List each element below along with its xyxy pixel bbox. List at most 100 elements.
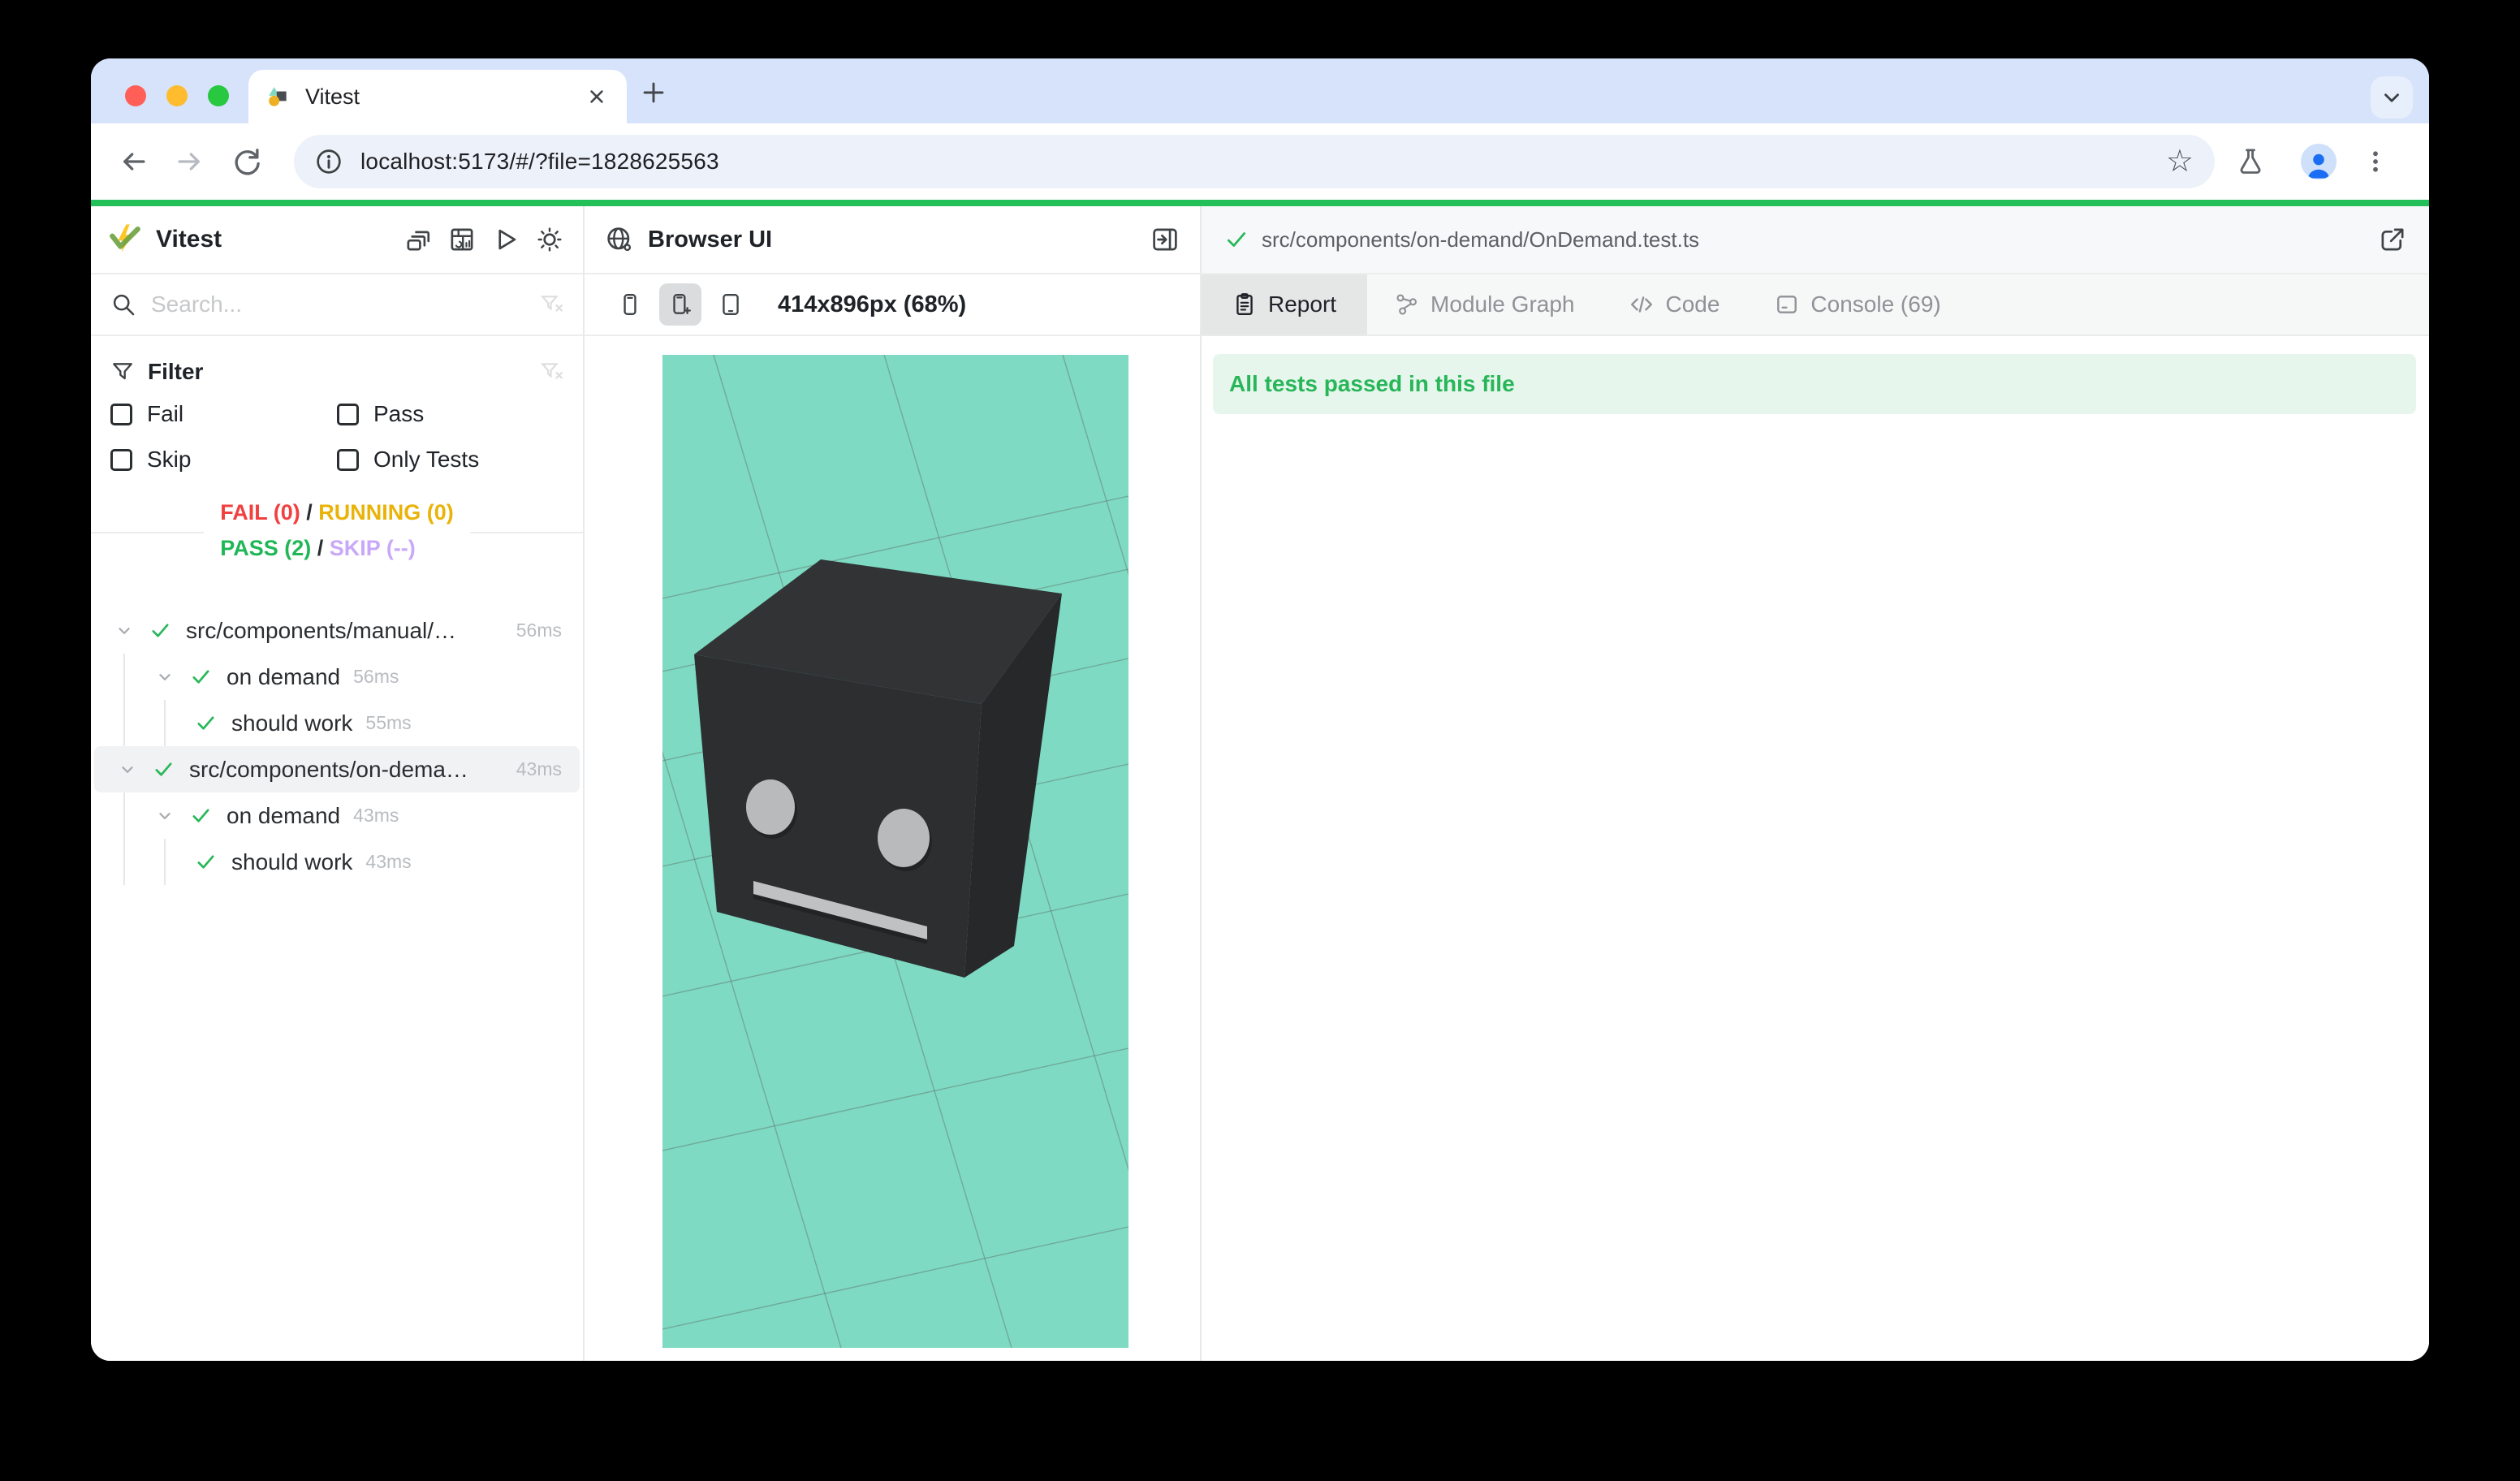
skip-checkbox[interactable]: [110, 449, 132, 471]
fail-checkbox[interactable]: [110, 404, 132, 425]
check-icon: [190, 666, 212, 688]
globe-icon: [606, 226, 633, 253]
site-info-icon[interactable]: [315, 148, 343, 175]
filter-section: Filter Fail Pass: [91, 336, 583, 490]
only-tests-label: Only Tests: [373, 447, 479, 473]
browser-ui-header: Browser UI: [585, 206, 1200, 274]
bookmark-star-icon[interactable]: ☆: [2166, 146, 2194, 177]
filter-option-skip[interactable]: Skip: [110, 437, 337, 482]
chevron-down-icon[interactable]: [154, 667, 175, 688]
theme-toggle-sun-icon[interactable]: [534, 224, 565, 255]
profile-avatar[interactable]: [2301, 144, 2337, 179]
vitest-sidebar: Vitest: [91, 206, 585, 1361]
code-icon: [1629, 292, 1654, 317]
report-body: All tests passed in this file: [1202, 336, 2429, 1361]
experiments-flask-icon[interactable]: [2228, 139, 2273, 184]
clear-filter-icon[interactable]: [539, 360, 563, 384]
search-row: [91, 274, 583, 336]
url-bar[interactable]: localhost:5173/#/?file=1828625563 ☆: [294, 135, 2215, 188]
tree-row-file-on-demand[interactable]: src/components/on-dema… 43ms: [94, 746, 580, 792]
browser-menu-button[interactable]: [2353, 139, 2398, 184]
desktop-background: Vitest: [0, 0, 2520, 1481]
device-tablet-button[interactable]: [710, 283, 752, 326]
device-phone-button[interactable]: [609, 283, 651, 326]
search-input[interactable]: [151, 291, 539, 317]
check-icon: [195, 851, 217, 873]
tree-row-test[interactable]: should work 43ms: [91, 839, 583, 885]
back-button[interactable]: [110, 139, 156, 184]
tab-module-graph-label: Module Graph: [1430, 291, 1574, 317]
skip-label: Skip: [147, 447, 191, 473]
tree-row-suite[interactable]: on demand 56ms: [91, 654, 583, 700]
tree-row-test[interactable]: should work 55ms: [91, 700, 583, 746]
filter-option-fail[interactable]: Fail: [110, 391, 337, 437]
tab-console[interactable]: Console (69): [1747, 274, 1968, 335]
browser-tab[interactable]: Vitest: [248, 70, 627, 123]
check-icon: [153, 758, 175, 780]
test-file-path: src/components/on-demand/OnDemand.test.t…: [1262, 227, 2379, 253]
tree-row-file-manual[interactable]: src/components/manual/… 56ms: [91, 607, 583, 654]
counts-line-1: FAIL (0) / RUNNING (0): [220, 494, 454, 530]
check-icon: [190, 805, 212, 827]
person-icon: [2303, 149, 2334, 179]
new-tab-button[interactable]: [640, 79, 667, 106]
all-tests-passed-banner: All tests passed in this file: [1213, 354, 2416, 414]
tab-search-chevron-button[interactable]: [2371, 76, 2413, 119]
device-phone-plus-button[interactable]: [659, 283, 701, 326]
browser-ui-panel: Browser UI 414x896px (68%): [585, 206, 1202, 1361]
filter-option-pass[interactable]: Pass: [337, 391, 563, 437]
report-header: src/components/on-demand/OnDemand.test.t…: [1202, 206, 2429, 274]
robot-left-eye: [746, 779, 795, 835]
collapse-windows-button[interactable]: [403, 224, 434, 255]
pass-checkbox[interactable]: [337, 404, 359, 425]
report-clipboard-icon: [1232, 292, 1257, 317]
tab-title: Vitest: [305, 84, 585, 110]
browser-viewport-area: [585, 336, 1200, 1361]
test-counts: FAIL (0) / RUNNING (0) PASS (2) / SKIP (…: [91, 490, 583, 575]
test-tree: src/components/manual/… 56ms on demand 5…: [91, 607, 583, 1361]
test-progress-bar: [91, 200, 2429, 206]
only-tests-checkbox[interactable]: [337, 449, 359, 471]
tab-report[interactable]: Report: [1202, 274, 1367, 335]
tab-console-label: Console (69): [1810, 291, 1940, 317]
report-tabs: Report Module Graph Code: [1202, 274, 2429, 336]
external-link-icon: [2379, 226, 2406, 253]
chevron-down-icon[interactable]: [154, 805, 175, 827]
browser-window: Vitest: [91, 58, 2429, 1361]
run-all-button[interactable]: [490, 224, 521, 255]
search-icon: [110, 291, 136, 317]
clear-search-filter-icon[interactable]: [539, 292, 563, 317]
report-panel: src/components/on-demand/OnDemand.test.t…: [1202, 206, 2429, 1361]
chevron-down-icon[interactable]: [117, 759, 138, 780]
filter-option-only-tests[interactable]: Only Tests: [337, 437, 563, 482]
zoom-window-button[interactable]: [208, 85, 229, 106]
open-panel-right-button[interactable]: [1151, 226, 1179, 253]
test-render-viewport[interactable]: [662, 355, 1128, 1348]
refresh-button[interactable]: [224, 139, 270, 184]
vitest-logo: [109, 223, 141, 256]
url-text[interactable]: localhost:5173/#/?file=1828625563: [360, 149, 2166, 175]
three-dots-icon: [2362, 148, 2389, 175]
minimize-window-button[interactable]: [166, 85, 188, 106]
sidebar-header: Vitest: [91, 206, 583, 274]
check-icon: [1224, 227, 1249, 252]
dashboard-button[interactable]: [447, 224, 477, 255]
open-in-editor-button[interactable]: [2379, 226, 2406, 253]
close-tab-icon[interactable]: [585, 84, 609, 109]
module-graph-icon: [1395, 292, 1419, 317]
forward-button[interactable]: [167, 139, 213, 184]
robot-cube: [694, 559, 1062, 978]
pass-label: Pass: [373, 401, 424, 427]
counts-line-2: PASS (2) / SKIP (--): [220, 530, 454, 566]
chevron-down-icon[interactable]: [114, 620, 135, 641]
close-window-button[interactable]: [125, 85, 146, 106]
tree-row-suite[interactable]: on demand 43ms: [91, 792, 583, 839]
browser-ui-title: Browser UI: [648, 227, 1151, 253]
check-icon: [195, 712, 217, 734]
browser-toolbar: localhost:5173/#/?file=1828625563 ☆: [91, 123, 2429, 200]
tab-module-graph[interactable]: Module Graph: [1367, 274, 1602, 335]
tab-report-label: Report: [1268, 291, 1336, 317]
window-controls: [125, 85, 229, 106]
tab-strip: Vitest: [91, 58, 2429, 123]
tab-code[interactable]: Code: [1602, 274, 1747, 335]
